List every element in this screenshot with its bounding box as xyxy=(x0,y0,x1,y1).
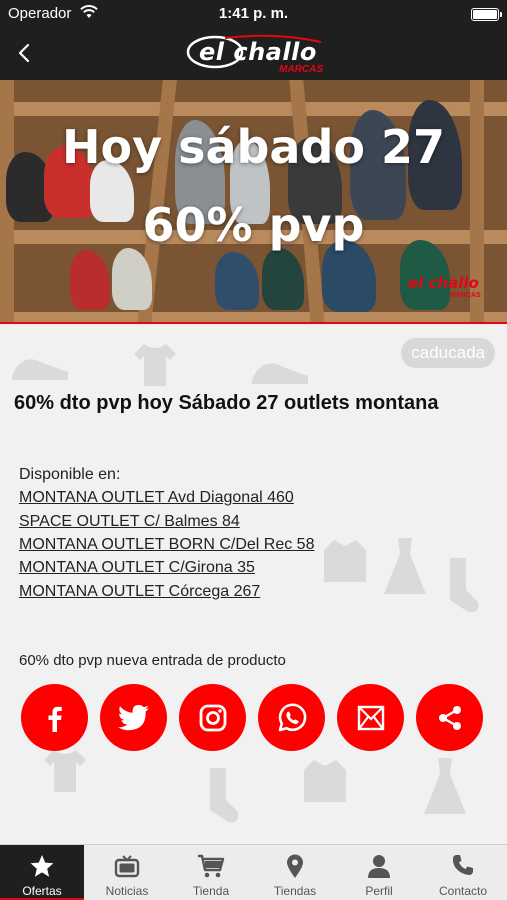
tab-ofertas[interactable]: Ofertas xyxy=(0,845,84,900)
user-icon xyxy=(368,855,390,878)
jacket-pattern-icon xyxy=(324,540,366,582)
hero-watermark-logo: el challo xyxy=(408,274,479,292)
tab-contacto[interactable]: Contacto xyxy=(421,845,505,900)
shoe-pattern-icon xyxy=(12,359,68,380)
brand-logo: el challo MARCAS xyxy=(185,34,325,76)
shoe-pattern-icon xyxy=(252,363,308,384)
whatsapp-share-button[interactable] xyxy=(258,684,325,751)
tab-tiendas[interactable]: Tiendas xyxy=(253,845,337,900)
tab-label: Tiendas xyxy=(273,884,317,898)
sock-pattern-icon xyxy=(450,558,479,613)
tab-label: Contacto xyxy=(438,884,488,898)
dress-pattern-icon xyxy=(384,538,426,594)
offer-title: 60% dto pvp hoy Sábado 27 outlets montan… xyxy=(14,392,439,414)
store-link-balmes[interactable]: SPACE OUTLET C/ Balmes 84 xyxy=(19,513,240,531)
dress-pattern-icon xyxy=(424,758,466,814)
clock: 1:41 p. m. xyxy=(218,5,289,22)
logo-text: el challo xyxy=(199,38,317,66)
store-link-girona[interactable]: MONTANA OUTLET C/Girona 35 xyxy=(19,559,255,577)
logo-subtitle: MARCAS xyxy=(279,64,323,75)
tab-label: Tienda xyxy=(192,884,230,898)
share-button[interactable] xyxy=(416,684,483,751)
availability-label: Disponible en: xyxy=(19,466,121,483)
shelf xyxy=(0,312,507,322)
jacket-pattern-icon xyxy=(304,760,346,802)
email-share-button[interactable] xyxy=(337,684,404,751)
instagram-share-button[interactable] xyxy=(179,684,246,751)
tab-tienda[interactable]: Tienda xyxy=(169,845,253,900)
tab-label: Perfil xyxy=(365,884,393,898)
hero-watermark-subtitle: MARCAS xyxy=(450,292,481,299)
tshirt-pattern-icon xyxy=(134,344,176,386)
tab-label: Noticias xyxy=(105,884,149,898)
hero-headline: Hoy sábado 27 xyxy=(61,120,446,174)
share-buttons xyxy=(21,684,491,752)
instagram-icon xyxy=(199,704,226,731)
offer-hero-image: Hoy sábado 27 60% pvp el challo MARCAS xyxy=(0,80,507,324)
facebook-icon xyxy=(48,706,62,732)
twitter-share-button[interactable] xyxy=(100,684,167,751)
status-bar: Operador 1:41 p. m. xyxy=(0,0,507,28)
sock-pattern-icon xyxy=(210,768,239,823)
status-badge: caducada xyxy=(401,338,495,368)
back-button[interactable] xyxy=(10,38,40,68)
store-link-born[interactable]: MONTANA OUTLET BORN C/Del Rec 58 xyxy=(19,536,314,554)
store-link-diagonal[interactable]: MONTANA OUTLET Avd Diagonal 460 xyxy=(19,489,294,507)
location-pin-icon xyxy=(287,854,303,878)
phone-icon xyxy=(452,855,473,875)
tab-label: Ofertas xyxy=(22,884,62,898)
facebook-share-button[interactable] xyxy=(21,684,88,751)
store-link-corcega[interactable]: MONTANA OUTLET Córcega 267 xyxy=(19,583,260,601)
offer-description: 60% dto pvp nueva entrada de producto xyxy=(19,652,286,669)
bottom-tab-bar: Ofertas Noticias Tienda Tiendas Perfil C… xyxy=(0,844,507,900)
shoe xyxy=(70,250,110,310)
shoe xyxy=(215,252,259,310)
tab-perfil[interactable]: Perfil xyxy=(337,845,421,900)
tv-icon xyxy=(114,855,140,878)
share-icon xyxy=(438,705,461,730)
email-icon xyxy=(357,705,384,730)
navigation-bar: el challo MARCAS xyxy=(0,28,507,80)
hero-discount: 60% pvp xyxy=(142,198,365,252)
tshirt-pattern-icon xyxy=(44,750,86,792)
cart-icon xyxy=(198,854,225,878)
shoe xyxy=(262,248,304,310)
battery-icon xyxy=(471,8,502,21)
star-icon xyxy=(30,855,54,877)
tab-noticias[interactable]: Noticias xyxy=(85,845,169,900)
chevron-left-icon xyxy=(18,43,30,63)
whatsapp-icon xyxy=(278,702,306,731)
twitter-icon xyxy=(117,704,149,730)
offer-details: caducada 60% dto pvp hoy Sábado 27 outle… xyxy=(0,326,507,844)
